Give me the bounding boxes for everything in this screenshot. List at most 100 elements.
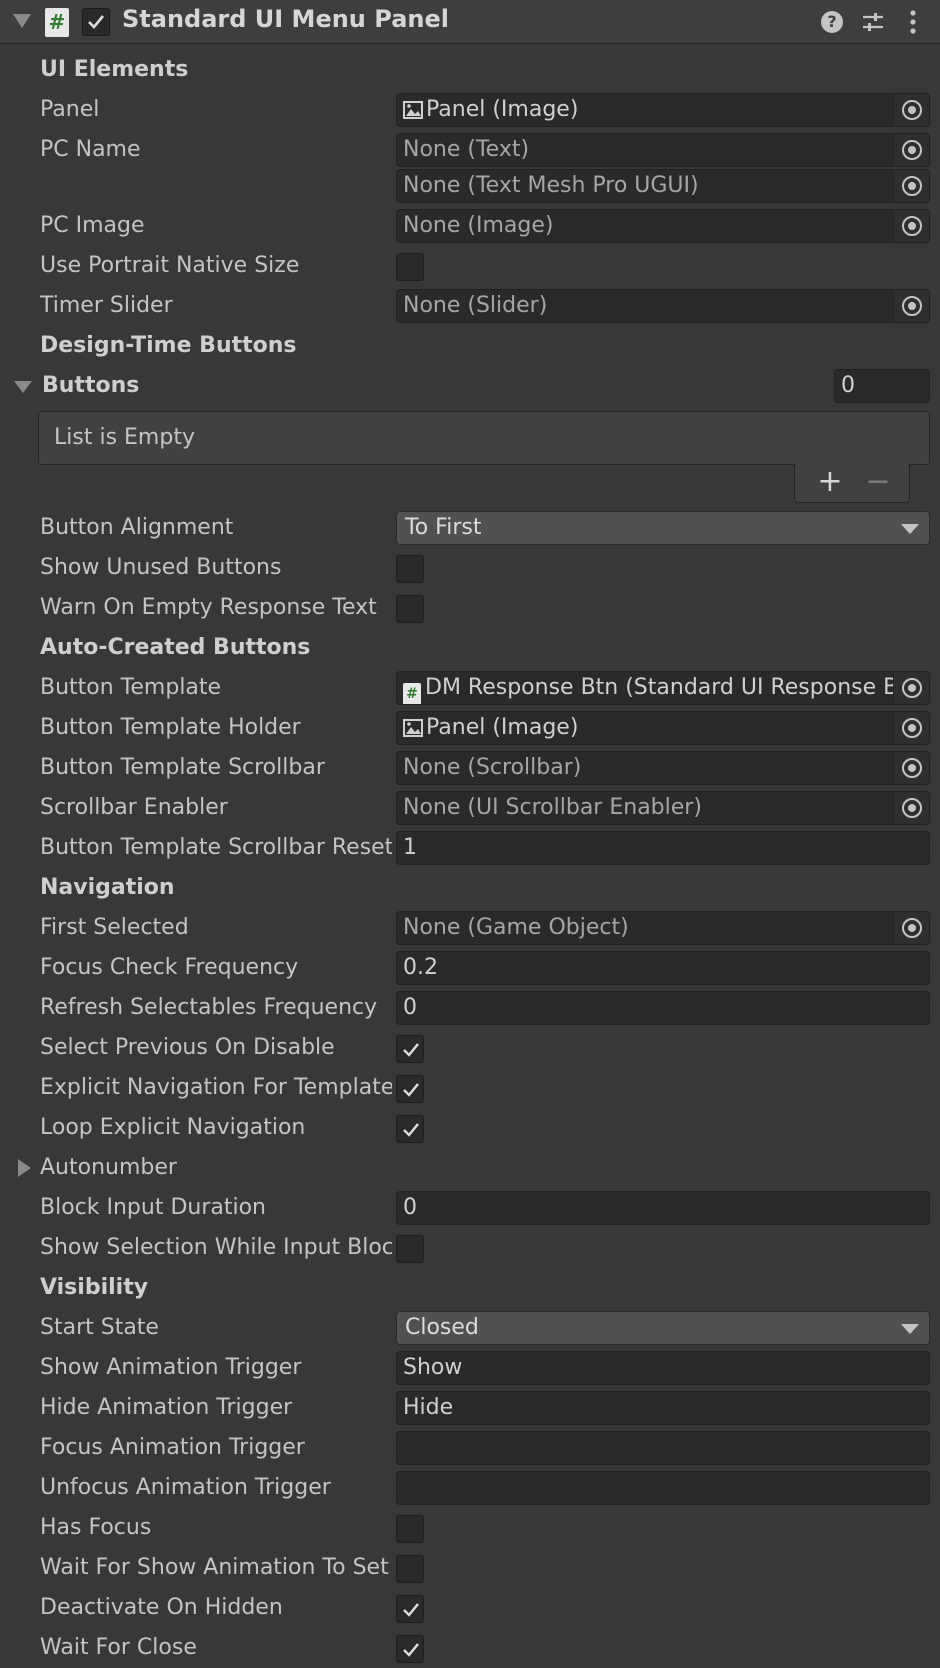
row-show-selection-while-input-blocked: Show Selection While Input Blocked bbox=[0, 1230, 940, 1266]
panel-field[interactable]: Panel (Image) bbox=[396, 93, 930, 127]
refresh-selectables-frequency-input[interactable]: 0 bbox=[396, 991, 930, 1025]
focus-check-frequency-input[interactable]: 0.2 bbox=[396, 951, 930, 985]
row-autonumber[interactable]: Autonumber bbox=[0, 1150, 940, 1186]
explicit-navigation-for-template-label: Explicit Navigation For Template Buttons bbox=[40, 1075, 392, 1100]
deactivate-on-hidden-checkbox[interactable] bbox=[396, 1595, 424, 1623]
row-has-focus: Has Focus bbox=[0, 1510, 940, 1546]
add-element-button[interactable]: + bbox=[815, 463, 845, 501]
row-deactivate-on-hidden: Deactivate On Hidden bbox=[0, 1590, 940, 1626]
pc-name-text-field[interactable]: None (Text) bbox=[396, 133, 930, 167]
block-input-duration-input[interactable]: 0 bbox=[396, 1191, 930, 1225]
buttons-list: List is Empty bbox=[38, 411, 930, 465]
button-template-holder-field[interactable]: Panel (Image) bbox=[396, 711, 930, 745]
focus-check-frequency-label: Focus Check Frequency bbox=[40, 955, 299, 980]
button-template-label: Button Template bbox=[40, 675, 222, 700]
use-portrait-native-size-checkbox[interactable] bbox=[396, 253, 424, 281]
script-icon: # bbox=[403, 683, 421, 704]
has-focus-checkbox[interactable] bbox=[396, 1515, 424, 1543]
start-state-dropdown[interactable]: Closed bbox=[396, 1311, 930, 1345]
pc-image-field[interactable]: None (Image) bbox=[396, 209, 930, 243]
wait-for-show-animation-checkbox[interactable] bbox=[396, 1555, 424, 1583]
deactivate-on-hidden-label: Deactivate On Hidden bbox=[40, 1595, 283, 1620]
button-alignment-label: Button Alignment bbox=[40, 515, 234, 540]
object-picker-icon[interactable] bbox=[893, 290, 929, 322]
timer-slider-field[interactable]: None (Slider) bbox=[396, 289, 930, 323]
row-button-template-holder: Button Template Holder Panel (Image) bbox=[0, 710, 940, 746]
button-alignment-dropdown[interactable]: To First bbox=[396, 511, 930, 545]
first-selected-label: First Selected bbox=[40, 915, 189, 940]
autonumber-label[interactable]: Autonumber bbox=[40, 1150, 392, 1186]
row-explicit-navigation-for-template: Explicit Navigation For Template Buttons bbox=[0, 1070, 940, 1106]
object-picker-icon[interactable] bbox=[893, 134, 929, 166]
focus-animation-trigger-input[interactable] bbox=[396, 1431, 930, 1465]
buttons-count-field[interactable]: 0 bbox=[834, 369, 930, 403]
select-previous-on-disable-checkbox[interactable] bbox=[396, 1035, 424, 1063]
checkmark-icon bbox=[403, 1123, 419, 1137]
row-select-previous-on-disable: Select Previous On Disable bbox=[0, 1030, 940, 1066]
show-unused-buttons-label: Show Unused Buttons bbox=[40, 555, 282, 580]
wait-for-close-checkbox[interactable] bbox=[396, 1635, 424, 1663]
timer-slider-label: Timer Slider bbox=[40, 293, 173, 318]
object-picker-icon[interactable] bbox=[893, 752, 929, 784]
first-selected-value: None (Game Object) bbox=[403, 915, 629, 940]
warn-on-empty-response-text-checkbox[interactable] bbox=[396, 595, 424, 623]
panel-label: Panel bbox=[40, 97, 100, 122]
row-start-state: Start State Closed bbox=[0, 1310, 940, 1346]
section-design-time-buttons: Design-Time Buttons bbox=[40, 333, 297, 358]
show-selection-while-input-blocked-checkbox[interactable] bbox=[396, 1235, 424, 1263]
explicit-navigation-for-template-checkbox[interactable] bbox=[396, 1075, 424, 1103]
dropdown-arrow-icon bbox=[901, 524, 919, 534]
section-visibility: Visibility bbox=[40, 1275, 149, 1300]
start-state-value: Closed bbox=[405, 1315, 479, 1340]
scrollbar-enabler-field[interactable]: None (UI Scrollbar Enabler) bbox=[396, 791, 930, 825]
help-icon[interactable]: ? bbox=[821, 11, 843, 33]
object-picker-icon[interactable] bbox=[893, 712, 929, 744]
object-picker-icon[interactable] bbox=[893, 170, 929, 202]
component-enabled-checkbox[interactable] bbox=[82, 8, 110, 36]
wait-for-show-animation-label: Wait For Show Animation To Set Open bbox=[40, 1555, 392, 1580]
more-options-icon[interactable] bbox=[903, 9, 923, 35]
show-animation-trigger-input[interactable]: Show bbox=[396, 1351, 930, 1385]
unfocus-animation-trigger-input[interactable] bbox=[396, 1471, 930, 1505]
list-footer: + − bbox=[794, 463, 910, 503]
button-template-field[interactable]: # DM Response Btn (Standard UI Response B… bbox=[396, 671, 930, 705]
row-pc-name: PC Name None (Text) bbox=[0, 132, 940, 168]
object-picker-icon[interactable] bbox=[893, 792, 929, 824]
row-button-template-scrollbar-reset: Button Template Scrollbar Reset Value 1 bbox=[0, 830, 940, 866]
object-picker-icon[interactable] bbox=[893, 912, 929, 944]
row-show-unused-buttons: Show Unused Buttons bbox=[0, 550, 940, 586]
row-wait-for-close: Wait For Close bbox=[0, 1630, 940, 1666]
loop-explicit-navigation-checkbox[interactable] bbox=[396, 1115, 424, 1143]
button-template-scrollbar-reset-label: Button Template Scrollbar Reset Value bbox=[40, 835, 392, 860]
object-picker-icon[interactable] bbox=[893, 672, 929, 704]
show-selection-while-input-blocked-label: Show Selection While Input Blocked bbox=[40, 1235, 392, 1260]
first-selected-field[interactable]: None (Game Object) bbox=[396, 911, 930, 945]
row-unfocus-animation-trigger: Unfocus Animation Trigger bbox=[0, 1470, 940, 1506]
collapse-triangle-icon[interactable] bbox=[13, 14, 31, 28]
refresh-selectables-frequency-label: Refresh Selectables Frequency bbox=[40, 995, 378, 1020]
buttons-foldout-triangle-icon[interactable] bbox=[14, 381, 32, 393]
remove-element-button[interactable]: − bbox=[863, 463, 893, 501]
start-state-label: Start State bbox=[40, 1315, 159, 1340]
checkmark-icon bbox=[403, 1083, 419, 1097]
pc-name-tmp-field[interactable]: None (Text Mesh Pro UGUI) bbox=[396, 169, 930, 203]
object-picker-icon[interactable] bbox=[893, 210, 929, 242]
button-template-scrollbar-field[interactable]: None (Scrollbar) bbox=[396, 751, 930, 785]
show-unused-buttons-checkbox[interactable] bbox=[396, 555, 424, 583]
row-focus-animation-trigger: Focus Animation Trigger bbox=[0, 1430, 940, 1466]
row-focus-check-frequency: Focus Check Frequency 0.2 bbox=[0, 950, 940, 986]
scrollbar-enabler-value: None (UI Scrollbar Enabler) bbox=[403, 795, 702, 820]
presets-icon[interactable] bbox=[861, 10, 885, 34]
block-input-duration-label: Block Input Duration bbox=[40, 1195, 267, 1220]
timer-slider-value: None (Slider) bbox=[403, 293, 548, 318]
row-button-alignment: Button Alignment To First bbox=[0, 510, 940, 546]
autonumber-foldout-triangle-icon[interactable] bbox=[18, 1159, 31, 1177]
show-animation-trigger-label: Show Animation Trigger bbox=[40, 1355, 302, 1380]
hide-animation-trigger-input[interactable]: Hide bbox=[396, 1391, 930, 1425]
row-pc-image: PC Image None (Image) bbox=[0, 208, 940, 244]
button-template-scrollbar-value: None (Scrollbar) bbox=[403, 755, 582, 780]
button-template-scrollbar-reset-input[interactable]: 1 bbox=[396, 831, 930, 865]
row-first-selected: First Selected None (Game Object) bbox=[0, 910, 940, 946]
object-picker-icon[interactable] bbox=[893, 94, 929, 126]
buttons-label[interactable]: Buttons bbox=[42, 368, 139, 404]
